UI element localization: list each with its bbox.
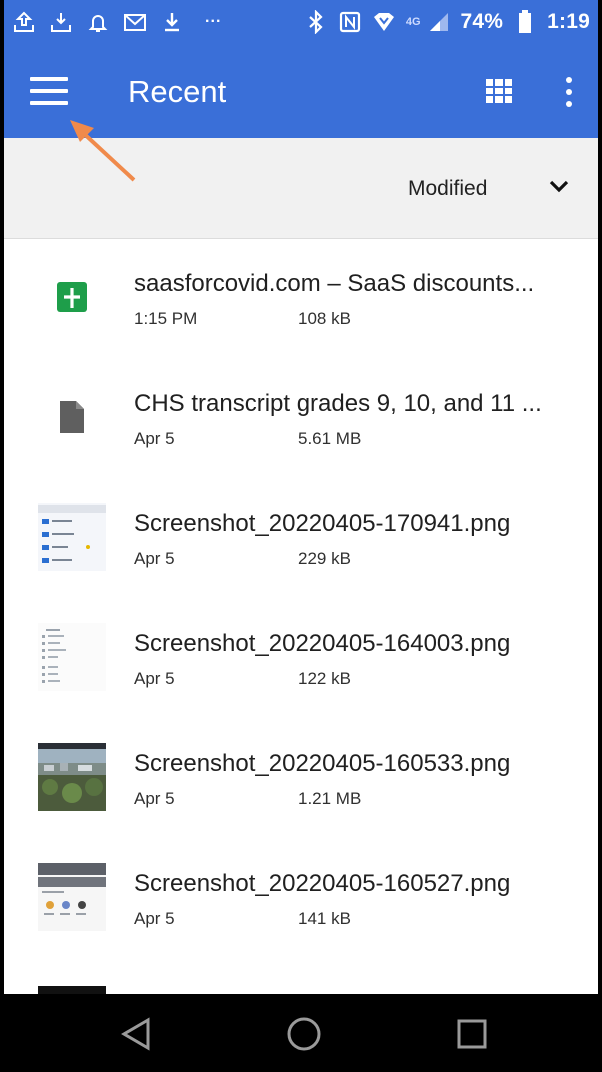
nfc-icon (338, 10, 362, 34)
clock: 1:19 (547, 10, 590, 33)
navigation-bar (4, 994, 598, 1072)
status-bar: ··· 4G 74% 1:19 (4, 0, 598, 44)
battery-percent: 74% (460, 10, 504, 33)
network-type: 4G (405, 16, 421, 28)
image-thumbnail (38, 863, 106, 931)
file-name: saasforcovid.com – SaaS discounts... (134, 270, 535, 297)
chevron-down-icon[interactable] (544, 174, 574, 200)
list-item[interactable]: Screenshot_20220405-160533.png Apr 5 1.2… (4, 719, 598, 839)
file-size: 122 kB (298, 669, 351, 688)
list-item[interactable]: Screenshot_20220405-170941.png Apr 5 229… (4, 479, 598, 599)
location-icon (372, 10, 396, 34)
sort-label[interactable]: Modified (408, 177, 487, 201)
bluetooth-icon (304, 10, 328, 34)
file-size: 1.21 MB (298, 789, 362, 808)
google-sheets-icon (38, 263, 106, 331)
file-name: Screenshot_20220405-160533.png (134, 750, 511, 777)
upload-icon (12, 10, 36, 34)
more-vert-icon[interactable] (564, 77, 574, 107)
file-size: 229 kB (298, 549, 351, 568)
list-item[interactable]: CHS transcript grades 9, 10, and 11 ... … (4, 359, 598, 479)
file-date: Apr 5 (134, 669, 175, 688)
image-thumbnail (38, 623, 106, 691)
sort-bar: Modified (4, 138, 598, 239)
more-dots-icon: ··· (205, 13, 222, 30)
app-bar: Recent (4, 44, 598, 138)
file-date: Apr 5 (134, 789, 175, 808)
file-name: Screenshot_20220405-160527.png (134, 870, 511, 897)
battery-icon (513, 10, 537, 34)
bell-icon (86, 10, 110, 34)
file-date: Apr 5 (134, 909, 175, 928)
file-list: saasforcovid.com – SaaS discounts... 1:1… (4, 239, 598, 959)
file-size: 5.61 MB (298, 429, 362, 448)
hamburger-menu-icon[interactable] (30, 77, 68, 105)
page-title: Recent (128, 74, 227, 109)
list-item[interactable]: Screenshot_20220405-164003.png Apr 5 122… (4, 599, 598, 719)
list-item[interactable]: Screenshot_20220405-160527.png Apr 5 141… (4, 839, 598, 959)
grid-view-icon[interactable] (486, 79, 512, 103)
back-triangle-icon[interactable] (116, 1014, 156, 1054)
download-icon (160, 10, 184, 34)
list-item[interactable]: saasforcovid.com – SaaS discounts... 1:1… (4, 239, 598, 359)
gmail-icon (123, 10, 147, 34)
file-name: Screenshot_20220405-170941.png (134, 510, 511, 537)
signal-icon (427, 10, 451, 34)
recents-square-icon[interactable] (452, 1014, 492, 1054)
document-file-icon (38, 383, 106, 451)
file-size: 141 kB (298, 909, 351, 928)
image-thumbnail (38, 503, 106, 571)
file-date: Apr 5 (134, 549, 175, 568)
file-name: CHS transcript grades 9, 10, and 11 ... (134, 390, 542, 417)
file-date: 1:15 PM (134, 309, 198, 328)
download-box-icon (49, 10, 73, 34)
image-thumbnail (38, 743, 106, 811)
file-date: Apr 5 (134, 429, 175, 448)
file-name: Screenshot_20220405-164003.png (134, 630, 511, 657)
home-circle-icon[interactable] (284, 1014, 324, 1054)
file-size: 108 kB (298, 309, 351, 328)
